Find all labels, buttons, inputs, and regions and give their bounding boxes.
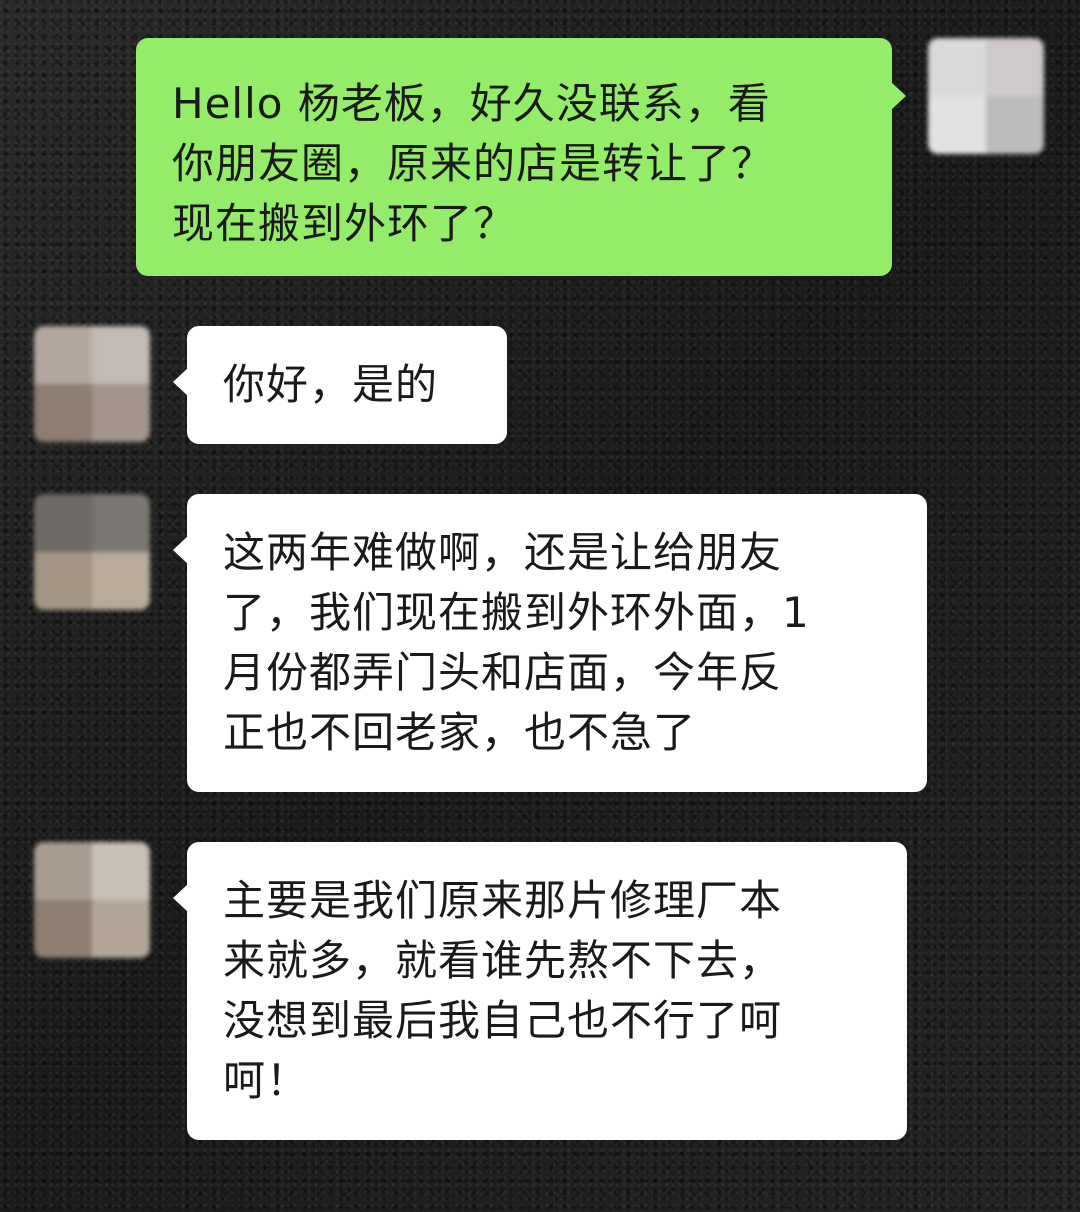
bubble-tail: [891, 82, 906, 110]
message-text-line: 来就多，就看谁先熬不下去，: [223, 936, 783, 985]
message-text-line: 你好，是的: [223, 360, 439, 409]
chat-area: Hello 杨老板，好久没联系，看 你朋友圈，原来的店是转让了？ 现在搬到外环了…: [0, 0, 1080, 1212]
message-text-line: Hello 杨老板，好久没联系，看: [172, 79, 771, 128]
message-text-line: 正也不回老家，也不急了: [223, 708, 697, 757]
contact-avatar[interactable]: [34, 842, 150, 958]
message-bubble-incoming[interactable]: 主要是我们原来那片修理厂本 来就多，就看谁先熬不下去， 没想到最后我自己也不行了…: [173, 842, 907, 1140]
message-bubble-outgoing[interactable]: Hello 杨老板，好久没联系，看 你朋友圈，原来的店是转让了？ 现在搬到外环了…: [136, 38, 906, 276]
contact-avatar[interactable]: [34, 326, 150, 442]
message-text-line: 你朋友圈，原来的店是转让了？: [172, 139, 775, 188]
self-avatar[interactable]: [928, 38, 1044, 154]
message-bubble-incoming[interactable]: 你好，是的: [173, 326, 507, 444]
message-text-line: 了，我们现在搬到外环外面，1: [223, 588, 810, 637]
message-text-line: 呵！: [223, 1056, 310, 1105]
bubble-tail: [173, 536, 188, 564]
message-text-line: 没想到最后我自己也不行了呵: [223, 996, 783, 1045]
message-text-line: 主要是我们原来那片修理厂本: [223, 876, 783, 925]
contact-avatar[interactable]: [34, 494, 150, 610]
bubble-tail: [173, 884, 188, 912]
bubble-tail: [173, 368, 188, 396]
message-text-line: 现在搬到外环了？: [172, 199, 517, 248]
message-text-line: 这两年难做啊，还是让给朋友: [223, 528, 783, 577]
message-text-line: 月份都弄门头和店面，今年反: [223, 648, 783, 697]
message-bubble-incoming[interactable]: 这两年难做啊，还是让给朋友 了，我们现在搬到外环外面，1 月份都弄门头和店面，今…: [173, 494, 927, 792]
